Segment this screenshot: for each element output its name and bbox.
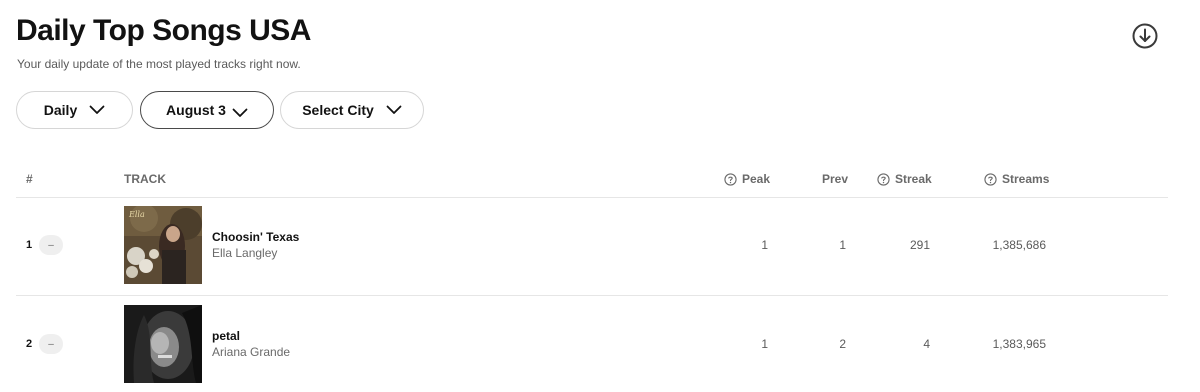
streams-value: 1,383,965	[992, 337, 1046, 351]
city-dropdown[interactable]: Select City	[280, 91, 424, 129]
track-title[interactable]: petal	[212, 329, 240, 343]
rank-change-badge: –	[39, 334, 63, 354]
streak-value: 4	[923, 337, 930, 351]
chart-page: Daily Top Songs USA Your daily update of…	[0, 0, 1200, 392]
peak-value: 1	[761, 238, 768, 252]
album-art-image: Ella	[124, 206, 202, 284]
column-header-streams[interactable]: Streams	[984, 172, 1049, 186]
prev-value: 2	[839, 337, 846, 351]
page-title: Daily Top Songs USA	[16, 14, 311, 47]
streams-value: 1,385,686	[992, 238, 1046, 252]
track-artist[interactable]: Ariana Grande	[212, 345, 290, 359]
chevron-down-icon	[89, 105, 105, 114]
period-dropdown[interactable]: Daily	[16, 91, 133, 129]
download-circle-icon	[1132, 23, 1158, 49]
chevron-down-icon	[232, 108, 248, 117]
table-divider	[16, 295, 1168, 296]
column-header-streams-label: Streams	[1002, 172, 1050, 186]
date-dropdown-label: August 3	[166, 102, 226, 118]
download-button[interactable]	[1131, 22, 1159, 50]
album-art[interactable]	[124, 305, 202, 383]
column-header-prev: Prev	[822, 172, 849, 186]
help-circle-icon	[877, 172, 890, 186]
column-header-streak-label: Streak	[895, 172, 932, 186]
album-art[interactable]: Ella	[124, 206, 202, 284]
column-header-streak[interactable]: Streak	[877, 172, 932, 186]
help-circle-icon	[984, 172, 997, 186]
page-subtitle: Your daily update of the most played tra…	[17, 57, 301, 71]
city-dropdown-label: Select City	[302, 102, 374, 118]
album-art-image	[124, 305, 202, 383]
rank-number: 1	[26, 239, 33, 251]
table-row[interactable]: 2 – petal Ariana Grande 1 2 4 1,383,965	[0, 305, 1200, 385]
column-header-peak[interactable]: Peak	[724, 172, 770, 186]
period-dropdown-label: Daily	[43, 102, 78, 118]
help-circle-icon	[724, 172, 737, 186]
column-header-rank: #	[26, 172, 33, 186]
rank-change-badge: –	[39, 235, 63, 255]
column-header-peak-label: Peak	[742, 172, 771, 186]
track-title[interactable]: Choosin' Texas	[212, 230, 299, 244]
table-divider	[16, 197, 1168, 198]
chevron-down-icon	[386, 105, 402, 114]
column-header-track: TRACK	[124, 172, 166, 186]
rank-number: 2	[26, 338, 33, 350]
date-dropdown[interactable]: August 3	[140, 91, 274, 129]
prev-value: 1	[839, 238, 846, 252]
track-artist[interactable]: Ella Langley	[212, 246, 277, 260]
streak-value: 291	[909, 238, 930, 252]
table-row[interactable]: 1 – Ella Choosin' Texas Ella Langley 1 1…	[0, 206, 1200, 286]
svg-text:Ella: Ella	[128, 210, 145, 219]
peak-value: 1	[761, 337, 768, 351]
